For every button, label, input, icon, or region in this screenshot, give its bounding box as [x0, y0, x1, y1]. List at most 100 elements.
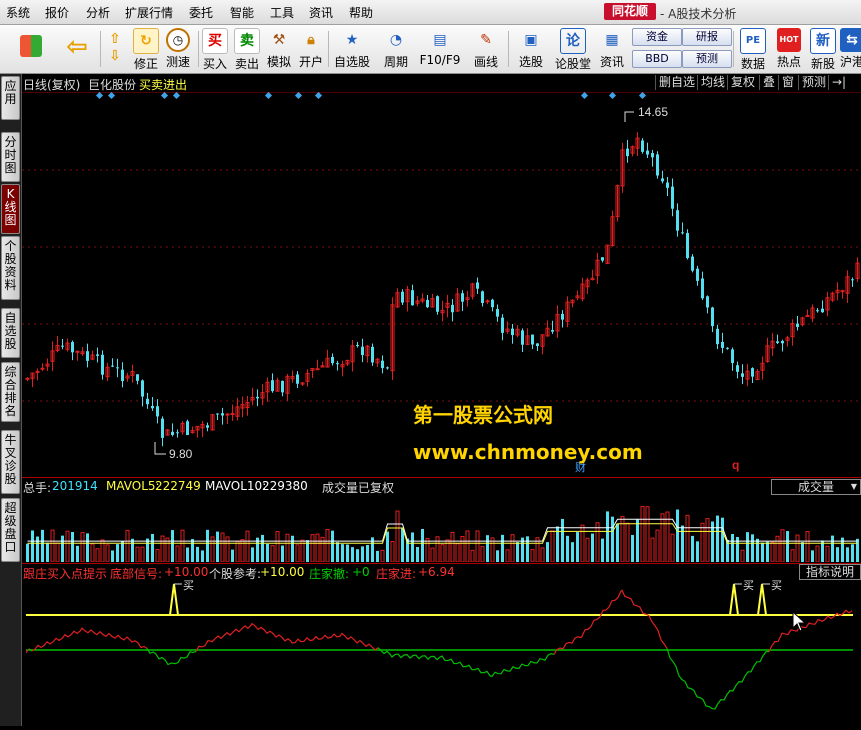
- volume-bar: [146, 538, 149, 562]
- toolbar-button-draw-line[interactable]: ✎ 画线: [466, 27, 506, 71]
- ma-button[interactable]: 均线: [697, 75, 728, 90]
- candle-body: [601, 257, 604, 261]
- oscillator-line: [553, 589, 668, 655]
- volume-bar: [206, 529, 209, 562]
- oscillator-line: [146, 648, 197, 666]
- volume-bar: [576, 532, 579, 562]
- indicator-explain-button[interactable]: 指标说明: [799, 564, 861, 580]
- windows-grid-icon: [20, 35, 42, 57]
- candle-body: [371, 346, 374, 363]
- new-stock-icon: 新: [810, 28, 836, 54]
- menu-item-smart[interactable]: 智能: [230, 4, 254, 21]
- toolbar-button-open-account[interactable]: 🔒︎ 开户: [296, 27, 326, 71]
- toolbar-button-data[interactable]: PE 数据: [736, 27, 770, 71]
- candle-body: [781, 340, 784, 344]
- candle-body: [221, 413, 224, 416]
- volume-bar: [196, 546, 199, 562]
- menu-item-trade[interactable]: 委托: [189, 4, 213, 21]
- forecast-button[interactable]: 预测: [682, 50, 732, 68]
- predict-button[interactable]: 预测: [798, 75, 829, 90]
- volume-bar: [295, 544, 300, 563]
- toolbar-button-news[interactable]: ▦ 资讯: [595, 27, 629, 71]
- stock-ref-value: +10.00: [260, 565, 305, 579]
- tab-super-orderbook[interactable]: 超级盘口: [1, 498, 20, 562]
- volume-indicator-dropdown[interactable]: 成交量 ▼: [771, 479, 861, 495]
- tab-ranking[interactable]: 综合排名: [1, 362, 20, 422]
- candle-body: [426, 299, 429, 308]
- adjust-button[interactable]: 复权: [727, 75, 758, 90]
- volume-bar: [216, 531, 219, 562]
- volume-bar: [325, 529, 330, 563]
- volume-bar: [310, 534, 315, 563]
- tab-intraday[interactable]: 分时图: [1, 132, 20, 182]
- sell-icon: 卖: [234, 28, 260, 54]
- page-up-down-button[interactable]: ⇧ ⇩: [102, 27, 128, 71]
- candle-body: [840, 290, 845, 293]
- tab-kline[interactable]: K线图: [1, 184, 20, 234]
- toolbar-button-f10[interactable]: ▤ F10/F9: [418, 27, 462, 71]
- candle-body: [726, 347, 729, 349]
- tab-stock-profile[interactable]: 个股资料: [1, 236, 20, 300]
- toolbar-label: 卖出: [234, 57, 259, 71]
- menu-item-system[interactable]: 系统: [6, 4, 30, 21]
- candle-body: [491, 299, 494, 308]
- menu-item-ext-quote[interactable]: 扩展行情: [125, 4, 173, 21]
- volume-bar: [526, 536, 529, 562]
- volume-bar: [31, 530, 34, 562]
- volume-bar: [460, 536, 465, 563]
- back-button[interactable]: ⇦: [58, 27, 96, 71]
- windows-grid-button[interactable]: [14, 27, 48, 71]
- toolbar-button-hot[interactable]: HOT 热点: [772, 27, 806, 71]
- volume-bar: [721, 517, 724, 562]
- volume-bar: [245, 530, 250, 563]
- toolbar-label: 周期: [383, 55, 408, 69]
- candle-body: [671, 186, 674, 209]
- bbd-button[interactable]: BBD: [632, 50, 682, 68]
- overlay-button[interactable]: 叠: [759, 75, 778, 90]
- window-button[interactable]: 窗: [778, 75, 797, 90]
- buy-signal-label: 买: [743, 580, 754, 592]
- tab-watchlist[interactable]: 自选股: [1, 308, 20, 358]
- pe-icon: PE: [740, 28, 766, 54]
- toolbar-button-new-stock[interactable]: 新 新股: [808, 27, 838, 71]
- toolbar-button-period[interactable]: ◔ 周期: [376, 27, 416, 71]
- toolbar-button-forum[interactable]: 论 论股堂: [553, 27, 593, 71]
- research-report-button[interactable]: 研报: [682, 28, 732, 46]
- volume-bar: [201, 550, 204, 562]
- volume-bar: [780, 529, 785, 563]
- pencil-icon: ✎: [480, 32, 492, 48]
- indicator-chart[interactable]: 买买买: [22, 579, 861, 726]
- toolbar-button-fix[interactable]: ↻ 修正: [130, 27, 162, 71]
- toolbar-button-speedtest[interactable]: ◷ 测速: [162, 27, 194, 71]
- menu-item-quote[interactable]: 报价: [45, 4, 69, 21]
- volume-bar: [266, 543, 269, 562]
- candle-body: [116, 367, 119, 369]
- toolbar-button-hk[interactable]: ⇆ 沪港: [840, 27, 861, 71]
- tab-apps[interactable]: 应用: [1, 76, 20, 120]
- period-label[interactable]: 日线(复权): [23, 76, 80, 93]
- candle-body: [136, 374, 139, 381]
- toolbar: ⇦ ⇧ ⇩ ↻ 修正 ◷ 测速 买 买入 卖 卖出 ⚒ 模拟 🔒︎ 开户 ★ 自选…: [0, 25, 861, 74]
- volume-bar: [46, 542, 49, 562]
- volume-chart[interactable]: [22, 495, 861, 563]
- volume-bar: [386, 531, 389, 562]
- remove-watchlist-button[interactable]: 删自选: [655, 75, 698, 90]
- capital-button[interactable]: 资金: [632, 28, 682, 46]
- volume-bar: [746, 532, 749, 562]
- volume-note: 成交量已复权: [322, 481, 395, 495]
- candle-body: [96, 354, 99, 356]
- candle-body: [666, 182, 669, 188]
- tab-diagnosis[interactable]: 牛叉诊股: [1, 430, 20, 494]
- toolbar-button-stock-screen[interactable]: ▣ 选股: [512, 27, 550, 71]
- menu-item-tools[interactable]: 工具: [270, 4, 294, 21]
- candle-body: [851, 279, 854, 281]
- collapse-button[interactable]: →|: [828, 75, 849, 90]
- toolbar-button-watchlist[interactable]: ★ 自选股: [332, 27, 372, 71]
- menu-item-analysis[interactable]: 分析: [86, 4, 110, 21]
- toolbar-button-buy[interactable]: 买 买入: [200, 27, 230, 71]
- toolbar-button-sell[interactable]: 卖 卖出: [232, 27, 262, 71]
- volume-bar: [140, 546, 145, 563]
- menu-item-news[interactable]: 资讯: [309, 4, 333, 21]
- menu-item-help[interactable]: 帮助: [349, 4, 373, 21]
- toolbar-button-simulate[interactable]: ⚒ 模拟: [264, 27, 294, 71]
